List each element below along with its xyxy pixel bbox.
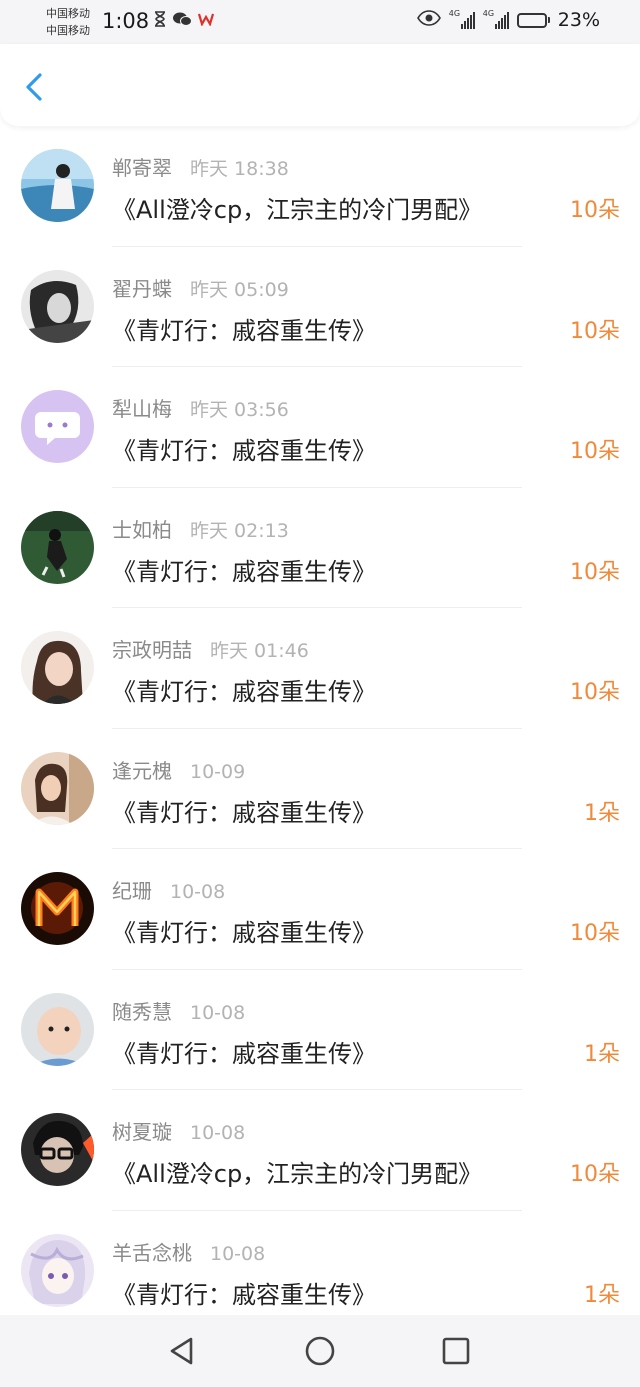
network-type-1: 4G [448, 9, 461, 18]
book-title[interactable]: 《青灯行：戚容重生传》 [112, 1275, 376, 1310]
gift-record-list: 郸寄翠 昨天 18:38 《All澄冷cp，江宗主的冷门男配》 10朵 翟丹蝶 … [0, 126, 640, 1331]
list-item[interactable]: 士如柏 昨天 02:13 《青灯行：戚容重生传》 10朵 [0, 488, 640, 608]
screen: 中国移动 中国移动 1:08 4G 4G 23% 郸寄翠 昨天 18:38 《A… [0, 0, 640, 1387]
book-title[interactable]: 《青灯行：戚容重生传》 [112, 311, 376, 346]
carrier-1: 中国移动 [46, 7, 90, 20]
book-title[interactable]: 《青灯行：戚容重生传》 [112, 793, 376, 828]
list-item[interactable]: 树夏璇 10-08 《All澄冷cp，江宗主的冷门男配》 10朵 [0, 1090, 640, 1211]
gift-amount: 10朵 [570, 921, 620, 946]
timestamp: 昨天 01:46 [210, 640, 309, 662]
username[interactable]: 翟丹蝶 [112, 273, 172, 302]
wps-icon [197, 12, 215, 30]
carrier-labels: 中国移动 中国移动 [46, 5, 90, 39]
gift-amount: 10朵 [570, 680, 620, 705]
list-item[interactable]: 宗政明喆 昨天 01:46 《青灯行：戚容重生传》 10朵 [0, 608, 640, 729]
avatar[interactable] [21, 1233, 94, 1307]
timestamp: 昨天 05:09 [190, 278, 289, 301]
gift-amount: 10朵 [570, 198, 620, 223]
avatar[interactable] [21, 390, 94, 463]
hourglass-icon [154, 11, 166, 31]
circle-home-icon[interactable] [304, 1335, 336, 1367]
signal-icon: 4G [448, 9, 475, 29]
carrier-2: 中国移动 [46, 24, 90, 37]
signal-icon: 4G [482, 9, 509, 29]
battery-percent: 23% [557, 9, 600, 31]
square-recents-icon[interactable] [440, 1335, 472, 1367]
list-item[interactable]: 羊舌念桃 10-08 《青灯行：戚容重生传》 1朵 [0, 1211, 640, 1332]
record-meta: 翟丹蝶 昨天 05:09 [112, 273, 289, 302]
book-title[interactable]: 《青灯行：戚容重生传》 [112, 1034, 376, 1069]
record-meta: 羊舌念桃 10-08 [112, 1237, 265, 1266]
book-title[interactable]: 《All澄冷cp，江宗主的冷门男配》 [112, 1154, 482, 1189]
avatar[interactable] [21, 992, 94, 1066]
gift-amount: 10朵 [570, 439, 620, 464]
book-title[interactable]: 《青灯行：戚容重生传》 [112, 672, 376, 707]
username[interactable]: 宗政明喆 [112, 634, 192, 663]
status-right: 4G 4G 23% [416, 9, 600, 31]
record-meta: 树夏璇 10-08 [112, 1116, 245, 1145]
gift-amount: 1朵 [584, 1041, 620, 1067]
avatar[interactable] [21, 751, 94, 825]
gift-amount: 10朵 [570, 318, 620, 344]
username[interactable]: 树夏璇 [112, 1116, 172, 1145]
timestamp: 10-08 [210, 1242, 266, 1265]
record-meta: 逢元槐 10-09 [112, 755, 245, 784]
book-title[interactable]: 《青灯行：戚容重生传》 [112, 552, 376, 587]
book-title[interactable]: 《青灯行：戚容重生传》 [112, 913, 376, 948]
timestamp: 10-08 [190, 1001, 246, 1024]
gift-amount: 10朵 [570, 559, 620, 585]
book-title[interactable]: 《青灯行：戚容重生传》 [112, 431, 376, 466]
timestamp: 昨天 18:38 [190, 158, 289, 180]
timestamp: 10-09 [190, 760, 246, 783]
username[interactable]: 郸寄翠 [112, 152, 172, 181]
status-bar: 中国移动 中国移动 1:08 4G 4G 23% [0, 0, 640, 44]
timestamp: 昨天 03:56 [190, 399, 289, 421]
username[interactable]: 逢元槐 [112, 755, 172, 784]
record-meta: 郸寄翠 昨天 18:38 [112, 152, 289, 181]
record-meta: 纪珊 10-08 [112, 875, 225, 904]
username[interactable]: 士如柏 [112, 514, 172, 543]
username[interactable]: 犁山梅 [112, 393, 172, 422]
record-meta: 宗政明喆 昨天 01:46 [112, 634, 309, 663]
triangle-back-icon[interactable] [166, 1335, 198, 1367]
gift-amount: 1朵 [584, 1282, 620, 1308]
list-item[interactable]: 犁山梅 昨天 03:56 《青灯行：戚容重生传》 10朵 [0, 367, 640, 488]
list-item[interactable]: 随秀慧 10-08 《青灯行：戚容重生传》 1朵 [0, 970, 640, 1090]
eye-icon [416, 10, 441, 30]
timestamp: 昨天 02:13 [190, 519, 289, 542]
status-time: 1:08 [102, 9, 150, 33]
record-meta: 士如柏 昨天 02:13 [112, 514, 289, 543]
nav-header [0, 44, 640, 126]
network-type-2: 4G [482, 9, 495, 18]
list-item[interactable]: 纪珊 10-08 《青灯行：戚容重生传》 10朵 [0, 849, 640, 970]
list-item[interactable]: 翟丹蝶 昨天 05:09 《青灯行：戚容重生传》 10朵 [0, 247, 640, 367]
avatar[interactable] [21, 1113, 94, 1186]
timestamp: 10-08 [190, 1122, 246, 1144]
record-meta: 犁山梅 昨天 03:56 [112, 393, 289, 422]
gift-amount: 10朵 [570, 1162, 620, 1187]
avatar[interactable] [21, 872, 94, 945]
gift-amount: 1朵 [584, 800, 620, 826]
username[interactable]: 羊舌念桃 [112, 1237, 192, 1266]
timestamp: 10-08 [170, 881, 226, 903]
list-item[interactable]: 逢元槐 10-09 《青灯行：戚容重生传》 1朵 [0, 729, 640, 849]
battery-icon [516, 12, 550, 28]
chevron-left-icon[interactable] [22, 72, 48, 102]
book-title[interactable]: 《All澄冷cp，江宗主的冷门男配》 [112, 190, 482, 225]
username[interactable]: 纪珊 [112, 875, 152, 904]
wechat-icon [172, 11, 192, 31]
notification-icons [154, 11, 215, 31]
avatar[interactable] [21, 269, 94, 343]
username[interactable]: 随秀慧 [112, 996, 172, 1025]
system-nav-bar [0, 1315, 640, 1387]
record-meta: 随秀慧 10-08 [112, 996, 245, 1025]
list-item[interactable]: 郸寄翠 昨天 18:38 《All澄冷cp，江宗主的冷门男配》 10朵 [0, 126, 640, 247]
avatar[interactable] [21, 149, 94, 222]
avatar[interactable] [21, 510, 94, 584]
avatar[interactable] [21, 631, 94, 704]
